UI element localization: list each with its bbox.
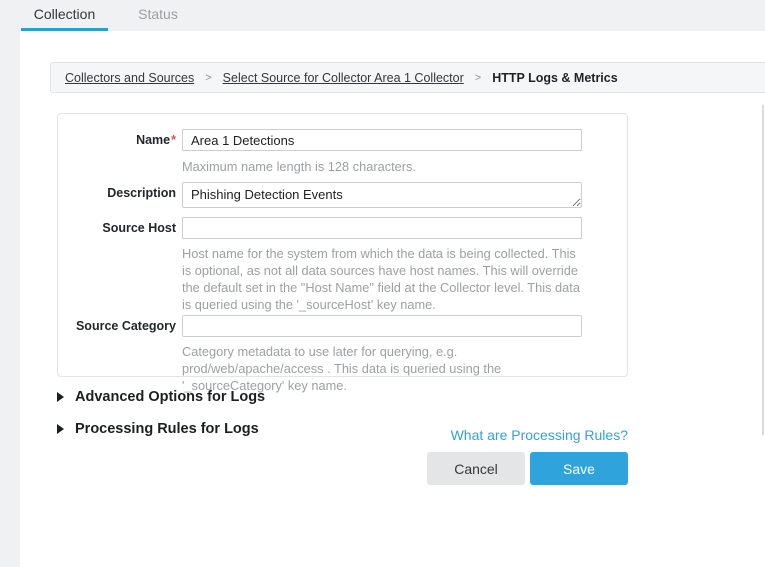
tab-collection[interactable]: Collection bbox=[21, 0, 108, 31]
save-button[interactable]: Save bbox=[530, 452, 628, 485]
advanced-options-toggle[interactable]: Advanced Options for Logs bbox=[57, 389, 265, 405]
breadcrumb-separator-icon: > bbox=[475, 72, 481, 84]
source-host-label: Source Host bbox=[58, 217, 176, 239]
description-input[interactable]: Phishing Detection Events bbox=[182, 182, 582, 208]
source-host-helper-text: Host name for the system from which the … bbox=[182, 245, 586, 314]
source-category-helper-text: Category metadata to use later for query… bbox=[182, 343, 586, 394]
description-label: Description bbox=[58, 182, 176, 213]
breadcrumb-current-page: HTTP Logs & Metrics bbox=[492, 71, 617, 85]
scrollbar[interactable] bbox=[762, 105, 764, 435]
advanced-options-label: Advanced Options for Logs bbox=[75, 389, 265, 405]
breadcrumb: Collectors and Sources > Select Source f… bbox=[50, 62, 765, 93]
tab-bar: Collection Status bbox=[0, 0, 765, 31]
cancel-button[interactable]: Cancel bbox=[427, 452, 525, 485]
source-category-field-wrap bbox=[182, 315, 582, 337]
source-category-row: Source Category bbox=[58, 315, 582, 337]
source-host-row: Source Host bbox=[58, 217, 582, 239]
source-host-field-wrap bbox=[182, 217, 582, 239]
source-category-input[interactable] bbox=[182, 315, 582, 337]
what-are-processing-rules-link[interactable]: What are Processing Rules? bbox=[450, 427, 628, 443]
source-category-label: Source Category bbox=[58, 315, 176, 337]
description-row: Description Phishing Detection Events bbox=[58, 182, 582, 213]
required-asterisk: * bbox=[171, 133, 176, 147]
name-input[interactable] bbox=[182, 129, 582, 151]
breadcrumb-separator-icon: > bbox=[205, 72, 211, 84]
source-host-input[interactable] bbox=[182, 217, 582, 239]
triangle-right-icon bbox=[57, 392, 64, 402]
name-row: Name* bbox=[58, 129, 582, 151]
main-content-panel: Collectors and Sources > Select Source f… bbox=[20, 31, 765, 567]
tab-status[interactable]: Status bbox=[125, 0, 191, 31]
triangle-right-icon bbox=[57, 424, 64, 434]
processing-rules-label: Processing Rules for Logs bbox=[75, 421, 259, 437]
name-label-text: Name bbox=[136, 133, 170, 147]
breadcrumb-collectors-and-sources[interactable]: Collectors and Sources bbox=[65, 71, 194, 85]
source-config-form: Name* Maximum name length is 128 charact… bbox=[57, 113, 628, 377]
name-helper-text: Maximum name length is 128 characters. bbox=[182, 158, 586, 175]
breadcrumb-select-source[interactable]: Select Source for Collector Area 1 Colle… bbox=[223, 71, 464, 85]
processing-rules-toggle[interactable]: Processing Rules for Logs bbox=[57, 421, 259, 437]
name-field-wrap bbox=[182, 129, 582, 151]
description-field-wrap: Phishing Detection Events bbox=[182, 182, 582, 213]
name-label: Name* bbox=[58, 129, 176, 151]
